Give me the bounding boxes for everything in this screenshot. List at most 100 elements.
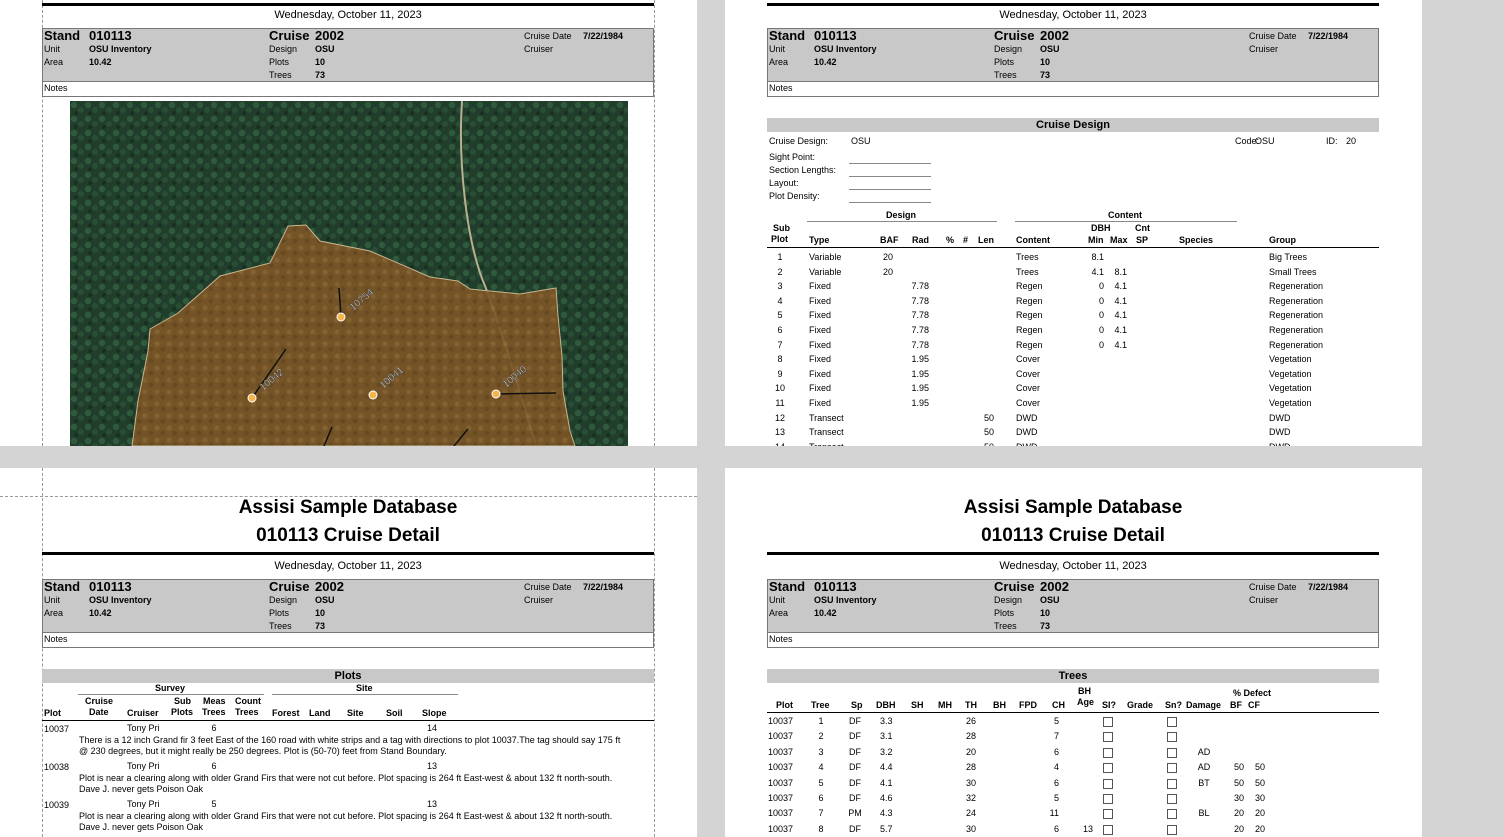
sn-checkbox[interactable]: [1167, 824, 1177, 835]
tree-cell-ch: 4: [1053, 762, 1059, 773]
tree-cell-dbh: 3.3: [880, 716, 893, 726]
report-date: Wednesday, October 11, 2023: [999, 9, 1147, 21]
trees-value: 73: [315, 70, 326, 80]
margin-guide: [654, 468, 655, 837]
stand-value: 010113: [89, 28, 132, 43]
col-header-date: Date: [89, 707, 109, 717]
cruise-date-value: 7/22/1984: [583, 31, 624, 41]
si-checkbox[interactable]: [1103, 824, 1113, 835]
cd-cell-content: Regen: [1016, 295, 1043, 306]
plot-note-line: @ 230 degrees, but it might really be 25…: [79, 746, 447, 756]
notes-label: Notes: [769, 83, 793, 93]
stand-label: Stand: [44, 579, 81, 594]
stand-label: Stand: [769, 579, 806, 594]
cd-cell-content: DWD: [1016, 412, 1038, 423]
sn-checkbox[interactable]: [1167, 809, 1177, 820]
tree-cell-plot: 10037: [768, 793, 794, 803]
sn-checkbox[interactable]: [1167, 794, 1177, 804]
cd-cell-sub: 12: [774, 412, 785, 423]
cd-cell-baf: 20: [882, 266, 893, 277]
plot-cell-plot: 10038: [44, 762, 70, 772]
survey-group-header: Survey: [155, 683, 186, 693]
sn-checkbox[interactable]: [1167, 732, 1177, 743]
cruise-value: 2002: [1040, 579, 1069, 594]
col-header-cruise: Cruise: [85, 696, 114, 706]
trees-value: 73: [315, 621, 326, 631]
plot-note-line: Plot is near a clearing along with older…: [79, 773, 613, 783]
cruise-date-value: 7/22/1984: [583, 582, 624, 592]
cd-cell-group: Small Trees: [1269, 266, 1317, 277]
cd-cell-sub: 7: [777, 339, 783, 350]
tree-cell-ch: 5: [1053, 716, 1059, 726]
stand-info-box: Stand 010113 Unit OSU Inventory Area 10.…: [767, 579, 1379, 648]
tree-cell-cf: 30: [1254, 793, 1265, 803]
cd-cell-content: Cover: [1016, 368, 1041, 379]
si-checkbox[interactable]: [1103, 778, 1113, 789]
tree-cell-th: 20: [965, 746, 976, 757]
tree-cell-th: 28: [965, 731, 976, 742]
cd-cell-group: Vegetation: [1269, 383, 1312, 394]
col-header-site: Site: [347, 708, 364, 718]
stand-info-box: Stand 010113 Unit OSU Inventory Area 10.…: [42, 579, 654, 648]
plot-cell-sub: 5: [211, 799, 217, 809]
cd-cell-group: Regeneration: [1269, 339, 1324, 350]
unit-value: OSU Inventory: [814, 44, 877, 54]
col-header-fpd: FPD: [1019, 700, 1037, 710]
notes-label: Notes: [769, 634, 793, 644]
tree-cell-dbh: 4.1: [880, 777, 893, 788]
tree-cell-sp: DF: [849, 716, 861, 726]
col-header-plot: Plot: [776, 700, 793, 710]
sn-checkbox[interactable]: [1167, 717, 1177, 727]
cd-cell-sub: 13: [774, 427, 785, 438]
area-value: 10.42: [89, 57, 112, 67]
cd-cell-type: Fixed: [809, 354, 832, 365]
area-label: Area: [769, 57, 789, 67]
id-value: 20: [1346, 136, 1357, 146]
tree-cell-dbh: 4.6: [880, 793, 893, 803]
col-header-max: Max: [1110, 235, 1128, 245]
col-header-bh: BH: [993, 700, 1006, 710]
col-header-cnt: Cnt: [1135, 223, 1150, 233]
plot-cell-plot: 10039: [44, 800, 70, 810]
si-checkbox[interactable]: [1103, 732, 1113, 743]
tree-cell-plot: 10037: [768, 762, 794, 773]
tree-cell-cf: 50: [1254, 777, 1265, 788]
design-value: OSU: [1040, 595, 1060, 605]
cd-cell-rad: 7.78: [911, 339, 929, 350]
tree-cell-plot: 10037: [768, 731, 794, 742]
cd-cell-sub: 6: [777, 325, 783, 335]
cd-cell-type: Fixed: [809, 281, 832, 292]
sn-checkbox[interactable]: [1167, 763, 1177, 774]
cd-cell-rad: 1.95: [911, 398, 929, 408]
design-value: OSU: [1040, 44, 1060, 54]
stand-label: Stand: [769, 28, 806, 43]
col-header-pct: %: [946, 235, 955, 245]
cd-cell-rad: 1.95: [911, 368, 929, 379]
tree-cell-th: 26: [965, 716, 976, 726]
unit-label: Unit: [769, 44, 786, 54]
tree-cell-age: 13: [1082, 823, 1093, 834]
plot-note-line: Dave J. never gets Poison Oak: [79, 784, 204, 794]
si-checkbox[interactable]: [1103, 794, 1113, 804]
cd-cell-max: 4.1: [1114, 310, 1127, 321]
si-checkbox[interactable]: [1103, 747, 1113, 758]
col-header-si: SI?: [1102, 700, 1117, 710]
si-checkbox[interactable]: [1103, 809, 1113, 820]
cd-cell-type: Variable: [809, 266, 842, 277]
col-header-forest: Forest: [272, 708, 300, 718]
cd-cell-rad: 7.78: [911, 295, 929, 306]
col-header-sub: Sub: [174, 696, 191, 706]
cd-cell-group: Vegetation: [1269, 398, 1312, 408]
design-field-label: Section Lengths:: [769, 165, 837, 175]
tree-cell-plot: 10037: [768, 777, 794, 788]
stand-value: 010113: [814, 579, 857, 594]
sn-checkbox[interactable]: [1167, 747, 1177, 758]
cd-cell-group: Regeneration: [1269, 310, 1324, 321]
report-page-plots: Assisi Sample Database 010113 Cruise Det…: [0, 468, 697, 837]
cruise-label: Cruise: [994, 28, 1035, 43]
si-checkbox[interactable]: [1103, 717, 1113, 727]
si-checkbox[interactable]: [1103, 763, 1113, 774]
sn-checkbox[interactable]: [1167, 778, 1177, 789]
cd-cell-rad: 1.95: [911, 383, 929, 394]
col-header-count-trees: Trees: [235, 707, 259, 717]
